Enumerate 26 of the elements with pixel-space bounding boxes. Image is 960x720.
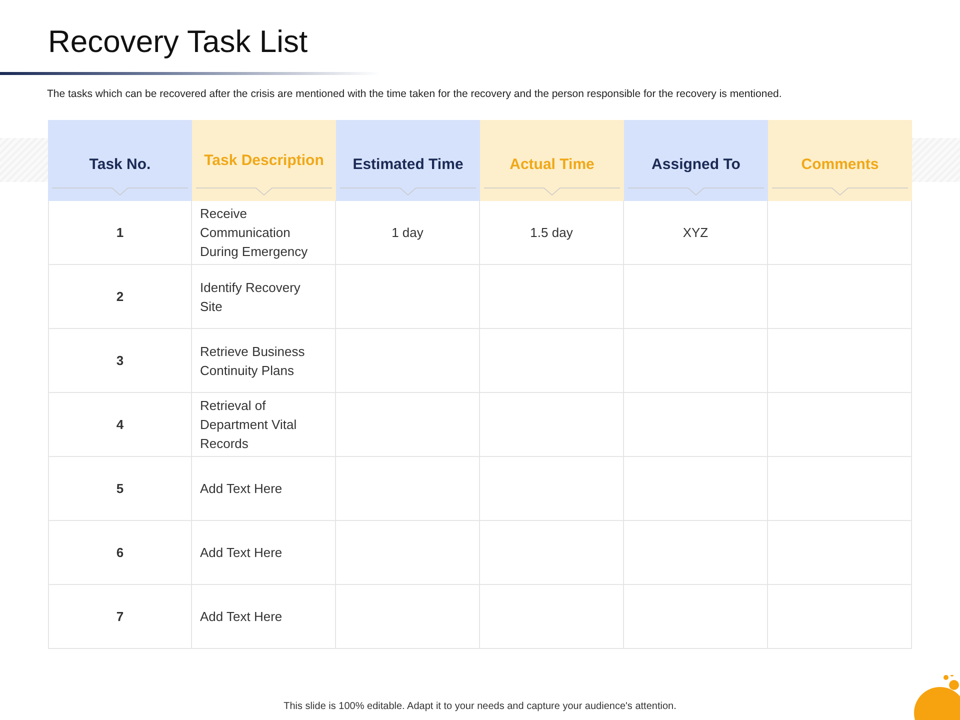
- column-header: Task Description: [192, 120, 336, 201]
- table-cell: Retrieval of Department Vital Records: [192, 393, 336, 457]
- description-text: The tasks which can be recovered after the crisis are mentioned with the time taken for the recovery and the person responsible for the recovery is mentioned.: [47, 87, 783, 101]
- table-cell: Retrieve Business Continuity Plans: [192, 329, 336, 393]
- table-cell: Identify Recovery Site: [192, 265, 336, 329]
- table-cell: 3: [48, 329, 192, 393]
- column-header: Comments: [768, 120, 912, 201]
- column-header: Estimated Time: [336, 120, 480, 201]
- table-cell: Add Text Here: [192, 521, 336, 585]
- column-header: Actual Time: [480, 120, 624, 201]
- column-header: Assigned To: [624, 120, 768, 201]
- table-cell: 6: [48, 521, 192, 585]
- table-cell: 2: [48, 265, 192, 329]
- table-cell: XYZ: [624, 201, 768, 265]
- table-cell: 7: [48, 585, 192, 649]
- table-cell: Add Text Here: [192, 457, 336, 521]
- column-header: Task No.: [48, 120, 192, 201]
- footer-text: This slide is 100% editable. Adapt it to your needs and capture your audience's attention.: [282, 701, 678, 712]
- table-cell: 4: [48, 393, 192, 457]
- table-cell: 1: [48, 201, 192, 265]
- slide-title: Recovery Task List: [47, 23, 309, 61]
- table-cell: 1.5 day: [480, 201, 624, 265]
- table-cell: Add Text Here: [192, 585, 336, 649]
- table-cell: 5: [48, 457, 192, 521]
- table-cell: Receive Communication During Emergency: [192, 201, 336, 265]
- table-cell: 1 day: [336, 201, 480, 265]
